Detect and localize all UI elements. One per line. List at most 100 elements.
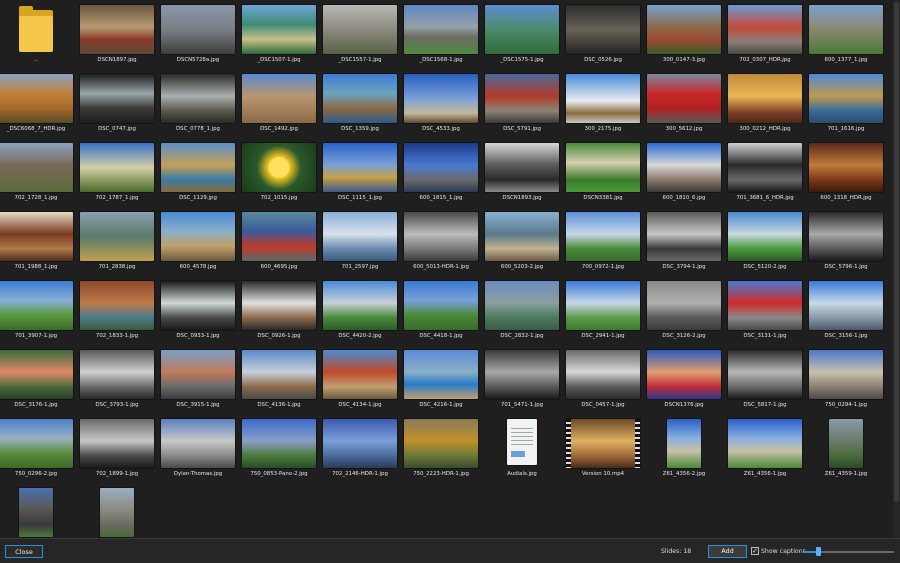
thumbnail-item[interactable]: DSC_2941-1.jpg (563, 276, 643, 345)
thumbnail-item[interactable]: DSC_1129.jpg (158, 138, 238, 207)
thumbnail-item[interactable]: DSC_5120-2.jpg (725, 207, 805, 276)
thumbnail-item[interactable]: DSCN1897.jpg (77, 0, 157, 69)
thumbnail-item[interactable]: DSC_4216-1.jpg (401, 345, 481, 414)
thumbnail-item[interactable]: DSC_3915-1.jpg (158, 345, 238, 414)
parent-folder-item[interactable]: .. (0, 0, 76, 69)
close-button[interactable]: Close (5, 545, 43, 558)
scrollbar-thumb[interactable] (894, 2, 899, 502)
thumbnail-item[interactable]: _DSC6068_7_HDR.jpg (0, 69, 76, 138)
thumbnail-item[interactable]: _DSC1507-1.jpg (239, 0, 319, 69)
thumbnail-item[interactable]: 600_1377_1.jpg (806, 0, 886, 69)
thumbnail-item[interactable]: 300_0147-3.jpg (644, 0, 724, 69)
thumbnail-item[interactable]: DSC_3126-2.jpg (644, 276, 724, 345)
thumbnail-caption: 701_3681_6_HDR.jpg (736, 195, 794, 201)
thumbnail-item[interactable]: DSC_1359.jpg (320, 69, 400, 138)
thumbnail-item[interactable] (0, 483, 76, 538)
thumbnail-item[interactable]: 701_1616.jpg (806, 69, 886, 138)
thumbnail-item[interactable]: 600_5203-2.jpg (482, 207, 562, 276)
thumbnail-item[interactable]: DSC_4134-1.jpg (320, 345, 400, 414)
thumbnail-item[interactable]: DSC_3793-1.jpg (77, 345, 157, 414)
thumbnail-item[interactable]: 701_3907-1.jpg (0, 276, 76, 345)
thumbnail-item[interactable]: 600_1815_1.jpg (401, 138, 481, 207)
thumbnail-item[interactable]: DSC_0457-1.jpg (563, 345, 643, 414)
thumbnail-item[interactable]: DSC_4136-1.jpg (239, 345, 319, 414)
thumbnail-item[interactable]: 600_4578.jpg (158, 207, 238, 276)
vertical-scrollbar[interactable] (893, 0, 900, 538)
thumbnail-caption: DSCN1893.jpg (502, 195, 542, 201)
thumbnail-item[interactable]: 300_0212_HDR.jpg (725, 69, 805, 138)
thumbnail-item[interactable]: 702_1787_1.jpg (77, 138, 157, 207)
thumbnail-item[interactable]: 702_1833-1.jpg (77, 276, 157, 345)
thumbnail-item[interactable]: DSC_4418-1.jpg (401, 276, 481, 345)
thumbnail-item[interactable]: 702_2146-HDR-1.jpg (320, 414, 400, 483)
thumbnail-item[interactable]: 701_1988_1.jpg (0, 207, 76, 276)
thumbnail-item[interactable]: Dylan-Thomas.jpg (158, 414, 238, 483)
thumbnail-item[interactable]: Z61_4356-2.jpg (644, 414, 724, 483)
thumbnail-item[interactable]: DSC_1115_1.jpg (320, 138, 400, 207)
thumbnail-item[interactable] (77, 483, 157, 538)
thumbnail-item[interactable]: 701_2597.jpg (320, 207, 400, 276)
thumbnail-item[interactable]: 600_1318_HDR.jpg (806, 138, 886, 207)
thumbnail-item[interactable]: 600_5013-HDR-1.jpg (401, 207, 481, 276)
thumbnail-item[interactable]: 702_0307_HDR.jpg (725, 0, 805, 69)
thumbnail-item[interactable]: Audials.jpg (482, 414, 562, 483)
thumbnail-item[interactable]: DSC_5791.jpg (482, 69, 562, 138)
thumbnail-caption: 300_0147-3.jpg (662, 57, 706, 63)
thumbnail-caption: _DSC6068_7_HDR.jpg (6, 126, 66, 132)
add-button[interactable]: Add (708, 545, 747, 558)
thumbnail-item[interactable]: DSC_4533.jpg (401, 69, 481, 138)
thumbnail-item[interactable]: DSC_3156-1.jpg (806, 276, 886, 345)
thumbnail-item[interactable]: _DSC1557-1.jpg (320, 0, 400, 69)
thumbnail-item[interactable]: 750_0853-Pano-2.jpg (239, 414, 319, 483)
thumbnail-item[interactable]: 600_1810_6.jpg (644, 138, 724, 207)
image-thumbnail (323, 419, 397, 468)
image-thumbnail (728, 143, 802, 192)
thumbnail-item[interactable]: DSC_0526.jpg (563, 0, 643, 69)
thumbnail-item[interactable]: DSC_5817-1.jpg (725, 345, 805, 414)
thumbnail-item[interactable]: DSC_0926-1.jpg (239, 276, 319, 345)
thumbnail-item[interactable]: 701_5471-1.jpg (482, 345, 562, 414)
thumbnail-item[interactable]: 700_0972-1.jpg (563, 207, 643, 276)
thumbnail-item[interactable]: DSC_2832-1.jpg (482, 276, 562, 345)
image-thumbnail (647, 212, 721, 261)
thumbnail-item[interactable]: 750_0294-1.jpg (806, 345, 886, 414)
thumbnail-item[interactable]: 701_2838.jpg (77, 207, 157, 276)
thumbnail-item[interactable]: DSCN5728a.jpg (158, 0, 238, 69)
thumbnail-item[interactable]: DSC_1492.jpg (239, 69, 319, 138)
thumbnail-item[interactable]: DSC_4420-2.jpg (320, 276, 400, 345)
thumbnail-item[interactable]: 702_1728_1.jpg (0, 138, 76, 207)
thumbnail-item[interactable]: _DSC1568-1.jpg (401, 0, 481, 69)
thumbnail-item[interactable]: 702_1015.jpg (239, 138, 319, 207)
show-captions-checkbox[interactable]: ✓ (751, 547, 759, 555)
image-thumbnail (404, 212, 478, 261)
thumbnail-caption: 300_2175.jpg (584, 126, 622, 132)
thumbnail-item[interactable]: DSCN1893.jpg (482, 138, 562, 207)
image-thumbnail (242, 419, 316, 468)
thumbnail-caption: DSC_4418-1.jpg (419, 333, 463, 339)
thumbnail-item[interactable]: 750_2223-HDR-1.jpg (401, 414, 481, 483)
thumbnail-item[interactable]: DSC_3131-1.jpg (725, 276, 805, 345)
image-thumbnail (728, 74, 802, 123)
image-thumbnail (485, 74, 559, 123)
image-thumbnail (404, 74, 478, 123)
thumbnail-item[interactable]: DSC_3794-1.jpg (644, 207, 724, 276)
thumbnail-item[interactable]: 701_3681_6_HDR.jpg (725, 138, 805, 207)
zoom-slider-thumb[interactable] (816, 547, 821, 556)
thumbnail-item[interactable]: DSC_0778_1.jpg (158, 69, 238, 138)
thumbnail-item[interactable]: DSC_0933-1.jpg (158, 276, 238, 345)
thumbnail-item[interactable]: DSCN3381.jpg (563, 138, 643, 207)
thumbnail-item[interactable]: Version 10.mp4 (563, 414, 643, 483)
thumbnail-item[interactable]: 300_2175.jpg (563, 69, 643, 138)
thumbnail-item[interactable]: 600_4695.jpg (239, 207, 319, 276)
thumbnail-item[interactable]: 702_1899-1.jpg (77, 414, 157, 483)
thumbnail-item[interactable]: 300_5612.jpg (644, 69, 724, 138)
thumbnail-item[interactable]: Z61_4356-1.jpg (725, 414, 805, 483)
thumbnail-item[interactable]: Z61_4359-1.jpg (806, 414, 886, 483)
thumbnail-item[interactable]: DSC_0747.jpg (77, 69, 157, 138)
thumbnail-item[interactable]: _DSC1575-1.jpg (482, 0, 562, 69)
thumbnail-item[interactable]: DSC_3176-1.jpg (0, 345, 76, 414)
thumbnail-item[interactable]: DSC_5796-1.jpg (806, 207, 886, 276)
thumbnail-item[interactable]: DSCN1376.jpg (644, 345, 724, 414)
image-thumbnail (242, 143, 316, 192)
thumbnail-item[interactable]: 750_0296-2.jpg (0, 414, 76, 483)
